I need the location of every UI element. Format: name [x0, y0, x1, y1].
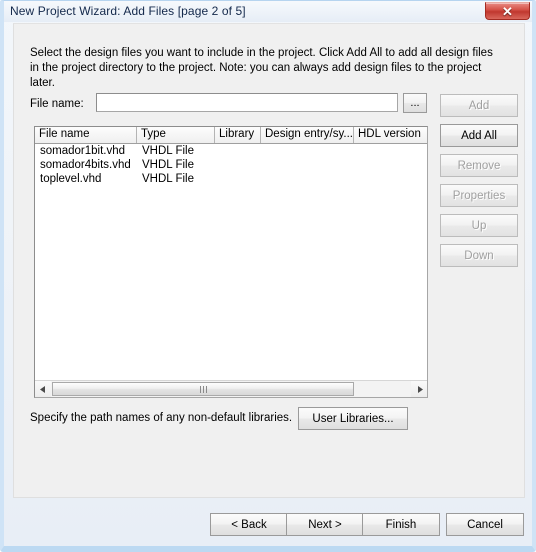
triangle-left-icon	[39, 385, 45, 393]
user-libraries-button[interactable]: User Libraries...	[298, 407, 408, 430]
dialog-window: New Project Wizard: Add Files [page 2 of…	[0, 0, 536, 552]
column-header-library[interactable]: Library	[215, 127, 261, 143]
cell-file-name: somador4bits.vhd	[40, 159, 131, 171]
scroll-right-button[interactable]	[411, 381, 427, 397]
cell-type: VHDL File	[142, 159, 194, 171]
cancel-button[interactable]: Cancel	[446, 513, 524, 536]
scroll-left-button[interactable]	[35, 381, 51, 397]
scrollbar-track[interactable]	[51, 381, 411, 397]
cell-type: VHDL File	[142, 145, 194, 157]
grip-dots-icon	[199, 385, 207, 393]
cell-library	[215, 158, 261, 172]
cell-file-name: somador1bit.vhd	[40, 145, 126, 157]
column-header-type[interactable]: Type	[137, 127, 215, 143]
remove-button[interactable]: Remove	[440, 154, 518, 177]
instruction-text: Select the design files you want to incl…	[30, 47, 493, 89]
next-button[interactable]: Next >	[286, 513, 364, 536]
cell-file-name: toplevel.vhd	[40, 173, 102, 185]
browse-button[interactable]: ...	[403, 93, 427, 113]
file-list[interactable]: File name Type Library Design entry/sy..…	[34, 126, 428, 398]
cell-design-entry	[261, 158, 354, 172]
scrollbar-thumb[interactable]	[52, 382, 354, 396]
finish-button[interactable]: Finish	[362, 513, 440, 536]
triangle-right-icon	[417, 385, 423, 393]
close-button[interactable]: ✕	[485, 2, 530, 20]
down-button[interactable]: Down	[440, 244, 518, 267]
column-header-file-name[interactable]: File name	[35, 127, 137, 143]
cell-type: VHDL File	[142, 173, 194, 185]
column-header-hdl-version[interactable]: HDL version	[354, 127, 427, 143]
properties-button[interactable]: Properties	[440, 184, 518, 207]
column-header-design-entry[interactable]: Design entry/sy...	[261, 127, 354, 143]
title-bar: New Project Wizard: Add Files [page 2 of…	[4, 1, 532, 22]
back-button[interactable]: < Back	[210, 513, 288, 536]
add-all-button[interactable]: Add All	[440, 124, 518, 147]
libraries-hint-text: Specify the path names of any non-defaul…	[30, 412, 293, 424]
table-row[interactable]: somador4bits.vhd VHDL File	[35, 158, 427, 172]
cell-library	[215, 144, 261, 158]
window-title: New Project Wizard: Add Files [page 2 of…	[10, 4, 246, 18]
cell-library	[215, 172, 261, 186]
content-panel: Select the design files you want to incl…	[13, 23, 525, 498]
file-name-label: File name:	[30, 98, 84, 110]
file-list-body: somador1bit.vhd VHDL File somador4bits.v…	[35, 144, 427, 186]
cell-hdl-version	[354, 158, 427, 172]
close-icon: ✕	[502, 3, 513, 19]
cell-hdl-version	[354, 172, 427, 186]
cell-hdl-version	[354, 144, 427, 158]
table-row[interactable]: toplevel.vhd VHDL File	[35, 172, 427, 186]
horizontal-scrollbar[interactable]	[35, 380, 427, 397]
file-list-header: File name Type Library Design entry/sy..…	[35, 127, 427, 144]
cell-design-entry	[261, 144, 354, 158]
cell-design-entry	[261, 172, 354, 186]
add-button[interactable]: Add	[440, 94, 518, 117]
up-button[interactable]: Up	[440, 214, 518, 237]
table-row[interactable]: somador1bit.vhd VHDL File	[35, 144, 427, 158]
file-name-input[interactable]	[96, 93, 398, 112]
